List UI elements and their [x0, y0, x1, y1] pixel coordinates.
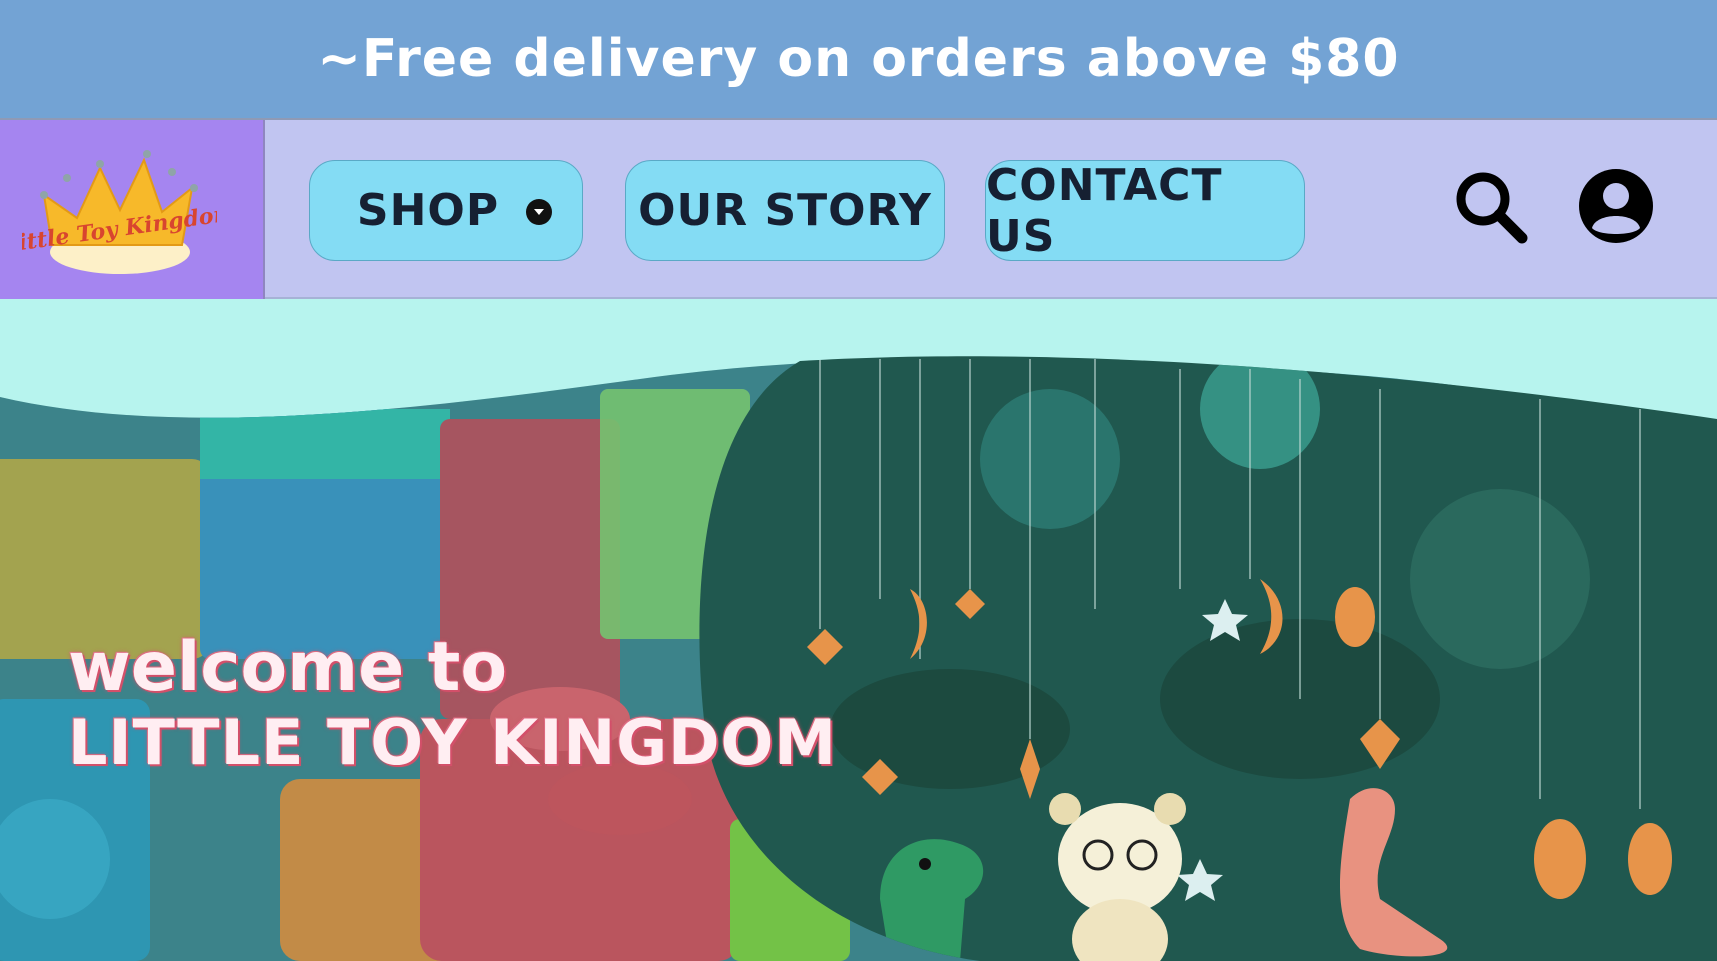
- welcome-line-2: LITTLE TOY KINGDOM: [68, 706, 838, 780]
- shop-label: SHOP: [356, 185, 500, 236]
- account-icon[interactable]: [1576, 166, 1656, 246]
- contact-us-button[interactable]: CONTACT US: [985, 159, 1305, 262]
- main-nav: Little Toy Kingdom SHOP OUR STORY CONTAC…: [0, 118, 1717, 299]
- crown-logo: Little Toy Kingdom: [22, 150, 217, 274]
- promo-bar: ~Free delivery on orders above $80: [0, 0, 1717, 118]
- welcome-heading: welcome to LITTLE TOY KINGDOM: [68, 628, 838, 780]
- promo-text: ~Free delivery on orders above $80: [317, 29, 1400, 89]
- our-story-label: OUR STORY: [638, 185, 932, 236]
- hero-banner: welcome to LITTLE TOY KINGDOM: [0, 299, 1717, 961]
- welcome-line-1: welcome to: [68, 628, 508, 707]
- search-icon[interactable]: [1452, 168, 1530, 246]
- our-story-button[interactable]: OUR STORY: [625, 160, 945, 261]
- chevron-down-icon: [526, 199, 552, 225]
- logo[interactable]: Little Toy Kingdom: [0, 120, 265, 299]
- shop-menu-button[interactable]: SHOP: [309, 160, 583, 261]
- contact-us-label: CONTACT US: [986, 159, 1223, 262]
